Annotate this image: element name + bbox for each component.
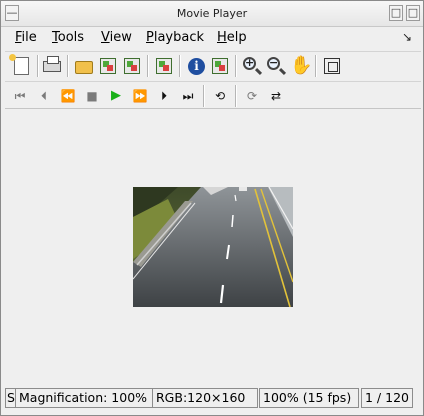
menu-tools[interactable]: Tools	[52, 30, 84, 45]
file-export-icon[interactable]	[97, 55, 119, 77]
status-bar: S Magnification: 100% RGB:120×160 100% (…	[5, 386, 421, 410]
movie-player-window: — Movie Player □ □ File Tools View Playb…	[0, 0, 424, 416]
playback-toolbar: ⏮ ⏴ ⏪ ■ ▶ ⏩ ⏵ ⏭ ⟲ ⟳ ⇄	[5, 81, 421, 107]
step-back-icon[interactable]: ⏴	[33, 85, 55, 107]
toolbar-separator	[179, 55, 181, 77]
last-frame-icon[interactable]: ⏭	[177, 85, 199, 107]
image-properties-icon[interactable]	[153, 55, 175, 77]
maximize-button[interactable]: □	[389, 5, 403, 21]
main-toolbar: i + − ✋	[5, 51, 421, 79]
video-viewport[interactable]	[5, 108, 421, 385]
status-rgb: RGB:120×160	[152, 388, 258, 408]
zoom-in-icon[interactable]: +	[241, 55, 263, 77]
zoom-out-icon[interactable]: −	[265, 55, 287, 77]
loop-icon[interactable]: ⟲	[209, 85, 231, 107]
menu-view[interactable]: View	[101, 30, 132, 45]
title-bar[interactable]: — Movie Player □ □	[1, 1, 423, 27]
print-icon[interactable]	[41, 55, 63, 77]
toolbar-separator	[67, 55, 69, 77]
menu-file[interactable]: File	[15, 30, 37, 45]
network-export-icon[interactable]	[121, 55, 143, 77]
status-fps: 100% (15 fps)	[259, 388, 359, 408]
first-frame-icon[interactable]: ⏮	[9, 85, 31, 107]
menu-playback[interactable]: Playback	[146, 30, 204, 45]
fast-forward-icon[interactable]: ⏩	[129, 85, 151, 107]
close-button[interactable]: □	[406, 5, 420, 21]
window-title: Movie Player	[176, 7, 248, 20]
corner-arrow-icon[interactable]: ↘	[402, 30, 412, 44]
rewind-icon[interactable]: ⏪	[57, 85, 79, 107]
toolbar-separator	[235, 55, 237, 77]
open-folder-icon[interactable]	[73, 55, 95, 77]
info-icon[interactable]: i	[185, 55, 207, 77]
swap-direction-icon[interactable]: ⇄	[265, 85, 287, 107]
toolbar-separator	[315, 55, 317, 77]
toolbar-separator	[235, 85, 237, 107]
toolbar-separator	[37, 55, 39, 77]
pan-hand-icon[interactable]: ✋	[289, 55, 312, 77]
play-icon[interactable]: ▶	[105, 85, 127, 107]
menu-bar: File Tools View Playback Help ↘	[1, 28, 423, 50]
new-document-icon[interactable]	[9, 54, 33, 77]
step-forward-icon[interactable]: ⏵	[153, 85, 175, 107]
toolbar-separator	[203, 85, 205, 107]
status-magnification: Magnification: 100%	[15, 388, 153, 408]
video-frame	[133, 187, 293, 307]
menu-help[interactable]: Help	[217, 30, 247, 45]
status-frame: 1 / 120	[361, 388, 413, 408]
toolbar-separator	[147, 55, 149, 77]
stop-icon[interactable]: ■	[81, 85, 103, 107]
color-map-icon[interactable]	[209, 55, 231, 77]
fit-to-window-icon[interactable]	[321, 55, 343, 77]
repeat-icon[interactable]: ⟳	[241, 85, 263, 107]
